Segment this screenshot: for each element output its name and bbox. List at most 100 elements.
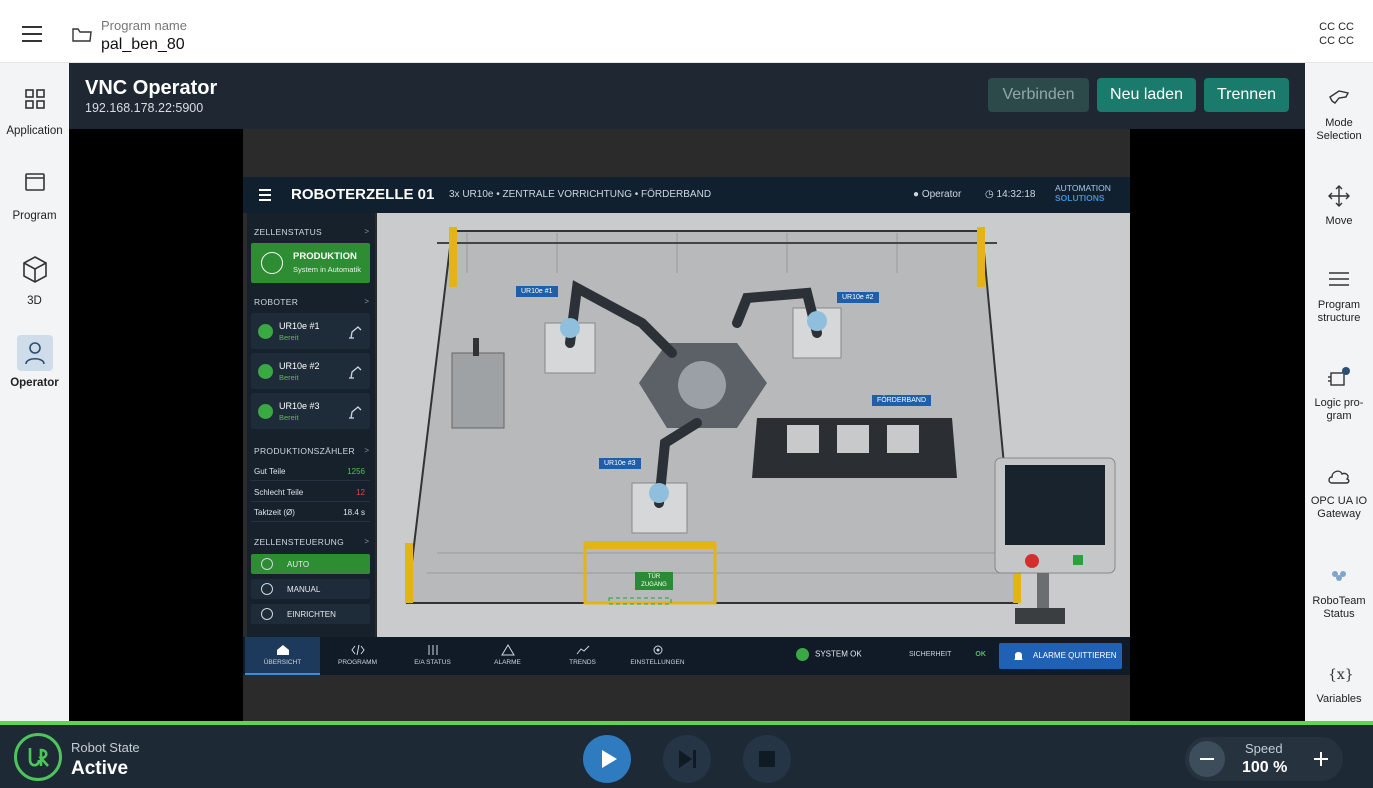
company-logo: AUTOMATION SOLUTIONS (1055, 183, 1111, 203)
counter-value: 18.4 s (343, 508, 365, 517)
window-icon (24, 173, 45, 191)
robot-cell-view[interactable]: UR10e #1 UR10e #2 UR10e #3 FÖRDERBAND TÜ… (377, 213, 1130, 637)
move-arrows-icon (1328, 185, 1350, 207)
hmi-clock: ◷ 14:32:18 (985, 189, 1035, 200)
robot-name: UR10e #3 (279, 401, 320, 411)
mode-label: EINRICHTEN (287, 610, 336, 619)
variable-icon: {x} (1328, 667, 1352, 683)
rnav-mode-selection-label: Mode Selection (1316, 117, 1362, 142)
robot-arm-icon (349, 406, 362, 419)
system-ok-label: SYSTEM OK (815, 649, 862, 659)
robot-name: UR10e #1 (279, 321, 320, 331)
rnav-logic-program[interactable]: Logic pro-gram (1305, 365, 1373, 423)
control-heading: ZELLENSTEUERUNG (254, 537, 344, 547)
production-status: PRODUKTION System in Automatik (251, 243, 370, 283)
nav-operator[interactable]: Operator (0, 335, 69, 389)
tab-label: TRENDS (569, 659, 596, 666)
counter-value: 12 (356, 488, 365, 497)
ur-logo-icon (14, 733, 62, 781)
rnav-move-label: Move (1325, 215, 1353, 227)
check-icon (258, 324, 273, 339)
hmi-title: ROBOTERZELLE 01 (291, 186, 435, 203)
mode-manual-button[interactable]: MANUAL (251, 579, 370, 599)
hamburger-menu-icon[interactable] (22, 26, 42, 42)
counter-key: Schlecht Teile (254, 488, 304, 497)
hmi-time-value: 14:32:18 (996, 189, 1036, 200)
tab-alarms[interactable]: ALARME (470, 637, 545, 675)
chevron-right-icon[interactable]: > (364, 227, 369, 236)
production-title: PRODUKTION (293, 251, 357, 262)
nav-3d[interactable]: 3D (0, 253, 69, 307)
door-label: TÜR ZUGANG (635, 572, 673, 590)
chevron-right-icon[interactable]: > (364, 537, 369, 546)
tab-trends[interactable]: TRENDS (545, 637, 620, 675)
folder-icon[interactable] (72, 26, 92, 42)
robot-state: Bereit (279, 333, 299, 342)
production-sub: System in Automatik (293, 265, 361, 274)
connect-button[interactable]: Verbinden (988, 78, 1089, 112)
clock-icon: ◷ (985, 189, 994, 200)
robot-row[interactable]: UR10e #1 Bereit (251, 313, 370, 349)
rnav-opc-ua[interactable]: OPC UA IO Gateway (1305, 463, 1373, 521)
list-icon (1329, 272, 1349, 286)
left-navigation: Application Program 3D Operator (0, 63, 69, 721)
hmi-subtitle: 3x UR10e • ZENTRALE VORRICHTUNG • FÖRDER… (449, 189, 712, 200)
mode-label: AUTO (287, 560, 310, 569)
reload-button[interactable]: Neu laden (1097, 78, 1196, 112)
grid-icon (24, 89, 45, 109)
rnav-move[interactable]: Move (1305, 183, 1373, 228)
vnc-header: VNC Operator 192.168.178.22:5900 Verbind… (69, 63, 1305, 129)
step-button[interactable] (663, 735, 711, 783)
counter-row: Schlecht Teile 12 (251, 483, 370, 502)
stop-button[interactable] (743, 735, 791, 783)
chevron-right-icon[interactable]: > (364, 297, 369, 306)
robot-state-label: Robot State (71, 740, 140, 755)
bottom-bar: Robot State Active Speed 100 % (0, 721, 1373, 788)
robot-row[interactable]: UR10e #2 Bereit (251, 353, 370, 389)
rnav-program-structure[interactable]: Program structure (1305, 267, 1373, 325)
remote-screen[interactable]: ROBOTERZELLE 01 3x UR10e • ZENTRALE VORR… (243, 129, 1130, 721)
nav-program[interactable]: Program (0, 168, 69, 222)
rnav-mode-selection[interactable]: Mode Selection (1305, 85, 1373, 143)
rnav-program-structure-label: Program structure (1317, 299, 1361, 324)
mode-setup-button[interactable]: EINRICHTEN (251, 604, 370, 624)
robot-state-value: Active (71, 758, 129, 779)
logic-chip-icon (1328, 367, 1350, 386)
hmi-header: ROBOTERZELLE 01 3x UR10e • ZENTRALE VORR… (243, 177, 1130, 213)
counter-value: 1256 (347, 467, 365, 476)
rnav-roboteam[interactable]: RoboTeam Status (1305, 563, 1373, 621)
robot-row[interactable]: UR10e #3 Bereit (251, 393, 370, 429)
plus-icon (1314, 752, 1328, 766)
vnc-viewport[interactable]: ROBOTERZELLE 01 3x UR10e • ZENTRALE VORR… (69, 129, 1305, 721)
nav-operator-label: Operator (10, 377, 59, 389)
tab-settings[interactable]: EINSTELLUNGEN (620, 637, 695, 675)
hmi-user[interactable]: ● Operator (913, 189, 961, 200)
rnav-variables[interactable]: {x} Variables (1305, 661, 1373, 706)
acknowledge-alarms-button[interactable]: ALARME QUITTIEREN (999, 643, 1122, 669)
robot-label: UR10e #1 (516, 286, 558, 297)
warning-icon (500, 644, 515, 656)
gear-icon (261, 608, 273, 620)
tab-overview[interactable]: ÜBERSICHT (245, 637, 320, 675)
robot-arm-icon (349, 366, 362, 379)
cc-line-2: CC CC (1319, 35, 1354, 47)
rnav-variables-label: Variables (1316, 693, 1362, 705)
robot-label: UR10e #2 (837, 292, 879, 303)
acknowledge-alarms-label: ALARME QUITTIEREN (1033, 651, 1117, 660)
hmi-menu-icon[interactable] (259, 189, 271, 201)
speed-decrease-button[interactable] (1189, 741, 1225, 777)
mode-auto-button[interactable]: AUTO (251, 554, 370, 574)
tab-io-status[interactable]: E/A STATUS (395, 637, 470, 675)
speed-increase-button[interactable] (1303, 741, 1339, 777)
robot-name: UR10e #2 (279, 361, 320, 371)
io-icon (428, 645, 437, 655)
program-name-label: Program name (101, 18, 187, 33)
disconnect-button[interactable]: Trennen (1204, 78, 1289, 112)
program-name-value[interactable]: pal_ben_80 (101, 36, 185, 54)
cube-icon (22, 256, 47, 283)
play-button[interactable] (583, 735, 631, 783)
nav-application[interactable]: Application (0, 83, 69, 137)
chevron-right-icon[interactable]: > (364, 446, 369, 455)
tab-program[interactable]: PROGRAMM (320, 637, 395, 675)
vnc-title: VNC Operator (85, 77, 218, 99)
